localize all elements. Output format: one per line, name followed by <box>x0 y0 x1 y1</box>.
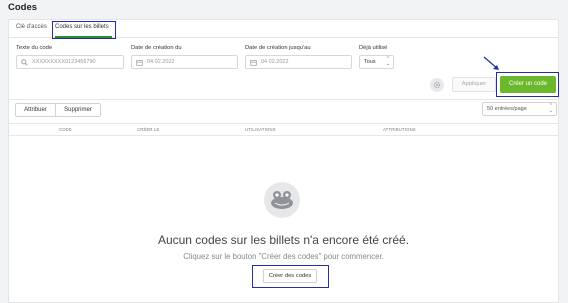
created-from-placeholder: 04.02.2022 <box>147 59 175 65</box>
created-from-label: Date de création du <box>131 45 182 51</box>
section-divider <box>9 99 558 100</box>
tab-ticket-codes[interactable]: Codes sur les billets <box>55 24 109 30</box>
settings-button[interactable] <box>430 78 444 92</box>
active-tab-indicator <box>55 36 112 38</box>
created-to-placeholder: 04.02.2022 <box>261 59 289 65</box>
apply-button[interactable]: Appliquer <box>452 77 496 92</box>
text-code-placeholder: XXXXXXXXX0123456790 <box>32 59 96 65</box>
calendar-icon <box>136 60 143 66</box>
delete-button[interactable]: Supprimer <box>56 103 101 117</box>
created-from-input[interactable]: 04.02.2022 <box>131 55 238 69</box>
created-to-label: Date de création jusqu'au <box>245 45 311 51</box>
tab-access-key[interactable]: Clé d'accès <box>16 24 47 30</box>
create-code-button[interactable]: Créer un code <box>500 76 556 93</box>
column-header-uses[interactable]: UTILISATIONS <box>245 127 276 132</box>
column-header-code[interactable]: CODE <box>59 127 72 132</box>
arrow-icon <box>483 56 499 70</box>
column-header-created[interactable]: CRÉER LE <box>137 127 160 132</box>
frog-icon <box>271 191 293 209</box>
already-used-select[interactable]: Tous ⌃ ⌄ <box>359 55 394 69</box>
page-title: Codes <box>8 2 38 13</box>
assign-button[interactable]: Attribuer <box>15 103 56 117</box>
empty-state-title: Aucun codes sur les billets n'a encore é… <box>157 233 410 247</box>
gear-icon <box>433 81 441 89</box>
per-page-value: 50 entrées/page <box>487 106 527 112</box>
text-code-label: Texte du code <box>16 45 53 51</box>
codes-card: Clé d'accès Codes sur les billets Texte … <box>8 19 559 303</box>
empty-state-subtitle: Cliquez sur le bouton "Créer des codes" … <box>183 252 384 261</box>
column-header-assignments[interactable]: ATTRIBUTIONS <box>383 127 416 132</box>
create-codes-button[interactable]: Créer des codes <box>263 269 317 283</box>
already-used-label: Déjà utilisé <box>359 45 388 51</box>
search-icon <box>21 59 28 66</box>
chevron-icon: ⌃ ⌄ <box>385 56 390 67</box>
created-to-input[interactable]: 04.02.2022 <box>245 55 352 69</box>
tab-bar: Clé d'accès Codes sur les billets <box>9 20 558 38</box>
empty-state-illustration <box>264 182 300 218</box>
per-page-select[interactable]: 50 entrées/page ⌃ ⌄ <box>482 102 557 116</box>
calendar-icon <box>250 60 257 66</box>
table-header: CODE CRÉER LE UTILISATIONS ATTRIBUTIONS <box>9 123 558 136</box>
already-used-value: Tous <box>364 59 376 65</box>
chevron-icon: ⌃ ⌄ <box>548 103 553 114</box>
text-code-input[interactable]: XXXXXXXXX0123456790 <box>16 55 124 69</box>
